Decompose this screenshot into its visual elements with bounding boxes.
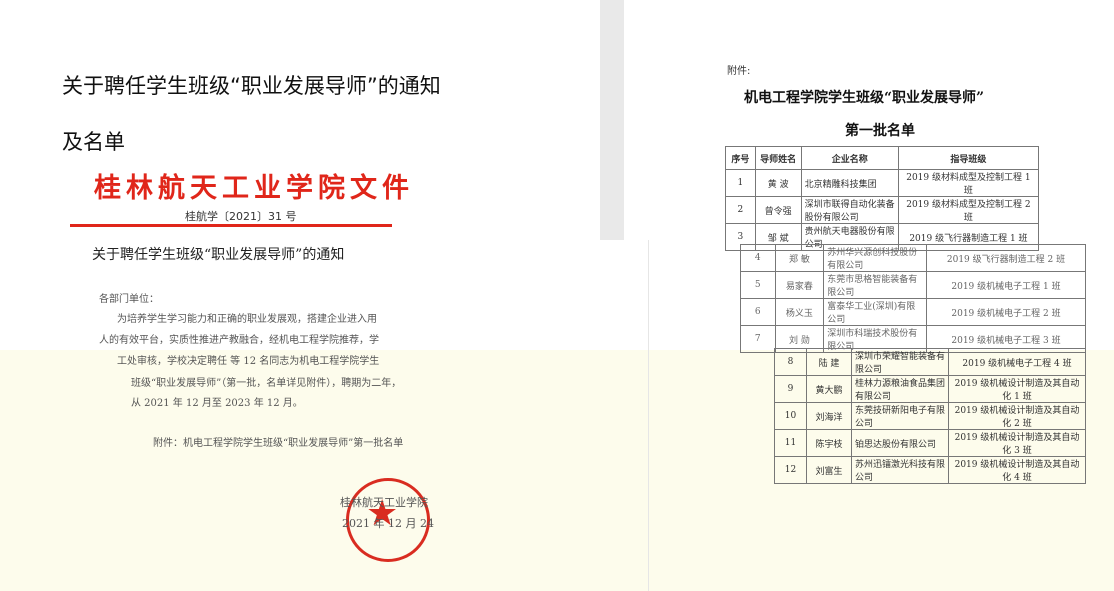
cell-name: 刘富生 (806, 456, 852, 484)
document-divider (648, 240, 649, 591)
notice-body-line-2: 人的有效平台，实质性推进产教融合，经机电工程学院推荐，学 (99, 335, 379, 346)
cell-index: 8 (774, 348, 807, 376)
headline-line-2: 及名单 (62, 130, 125, 154)
list-title: 机电工程学院学生班级“职业发展导师” (744, 90, 985, 106)
cell-company: 苏州华兴源创科技股份有限公司 (823, 244, 927, 272)
table-row: 8 陆 建 深圳市荣耀智能装备有限公司 2019 级机械电子工程 4 班 (774, 348, 1086, 376)
header-company: 企业名称 (800, 146, 899, 170)
mentor-table-bottom: 8 陆 建 深圳市荣耀智能装备有限公司 2019 级机械电子工程 4 班 9 黄… (774, 348, 1086, 484)
document-number: 桂航学〔2021〕31 号 (185, 210, 297, 223)
table-row: 5 易家春 东莞市思格智能装备有限公司 2019 级机械电子工程 1 班 (740, 271, 1087, 299)
document-red-title: 桂林航天工业学院文件 (94, 173, 414, 204)
seal-signature-text: 桂林航天工业学院 (340, 496, 428, 509)
header-index: 序号 (725, 146, 756, 170)
cell-index: 1 (725, 169, 756, 197)
cell-index: 2 (725, 196, 756, 224)
cell-index: 10 (774, 402, 807, 430)
table-row: 6 杨义玉 富泰华工业(深圳)有限公司 2019 级机械电子工程 2 班 (740, 298, 1087, 326)
cell-index: 11 (774, 429, 807, 457)
notice-body-line-3: 工处审核，学校决定聘任 等 12 名同志为机电工程学院学生 (117, 356, 380, 367)
cell-name: 刘海洋 (806, 402, 852, 430)
notice-body-line-1: 为培养学生学习能力和正确的职业发展观，搭建企业进入用 (117, 314, 377, 325)
table-row: 1 黄 波 北京精雕科技集团 2019 级材料成型及控制工程 1 班 (725, 169, 1040, 197)
notice-body-line-5: 从 2021 年 12 月至 2023 年 12 月。 (131, 398, 303, 409)
mentor-table-top: 序号 导师姓名 企业名称 指导班级 1 黄 波 北京精雕科技集团 2019 级材… (725, 146, 1040, 251)
cell-name: 曾令强 (754, 196, 802, 224)
cell-index: 12 (774, 456, 807, 484)
table-row: 9 黄大鹏 桂林力源粮油食品集团有限公司 2019 级机械设计制造及其自动化 1… (774, 375, 1086, 403)
cell-class: 2019 级机械设计制造及其自动化 1 班 (948, 375, 1086, 403)
cell-class: 2019 级机械电子工程 2 班 (925, 298, 1087, 326)
cell-index: 4 (740, 244, 776, 272)
list-subtitle: 第一批名单 (845, 123, 915, 139)
table-header-row: 序号 导师姓名 企业名称 指导班级 (725, 146, 1040, 170)
cell-company: 东莞市思格智能装备有限公司 (823, 271, 927, 299)
cell-company: 北京精雕科技集团 (800, 169, 899, 197)
notice-salutation: 各部门单位： (99, 294, 159, 305)
cell-company: 东莞技研新阳电子有限公司 (851, 402, 949, 430)
cell-name: 杨义玉 (774, 298, 825, 326)
cell-class: 2019 级材料成型及控制工程 1 班 (897, 169, 1040, 197)
cell-name: 易家春 (774, 271, 825, 299)
cell-index: 5 (740, 271, 776, 299)
table-row: 10 刘海洋 东莞技研新阳电子有限公司 2019 级机械设计制造及其自动化 2 … (774, 402, 1086, 430)
notice-title: 关于聘任学生班级“职业发展导师”的通知 (92, 247, 345, 263)
cell-company: 深圳市联得自动化装备股份有限公司 (800, 196, 899, 224)
page-gap (600, 0, 624, 240)
notice-body-line-4: 班级“职业发展导师”（第一批，名单详见附件），聘期为二年， (131, 378, 402, 389)
table-row: 12 刘富生 苏州迅镭激光科技有限公司 2019 级机械设计制造及其自动化 4 … (774, 456, 1086, 484)
cell-class: 2019 级机械设计制造及其自动化 3 班 (948, 429, 1086, 457)
cell-company: 富泰华工业(深圳)有限公司 (823, 298, 927, 326)
cell-class: 2019 级机械电子工程 4 班 (948, 348, 1086, 376)
header-mentor-name: 导师姓名 (754, 146, 802, 170)
cell-name: 黄 波 (754, 169, 802, 197)
attachment-label: 附件: (727, 66, 751, 77)
cell-name: 黄大鹏 (806, 375, 852, 403)
red-divider-line (70, 224, 392, 227)
cell-company: 苏州迅镭激光科技有限公司 (851, 456, 949, 484)
cell-name: 陆 建 (806, 348, 852, 376)
notice-attachment-note: 附件：机电工程学院学生班级“职业发展导师”第一批名单 (153, 438, 404, 449)
cell-class: 2019 级机械设计制造及其自动化 2 班 (948, 402, 1086, 430)
cell-index: 9 (774, 375, 807, 403)
cell-class: 2019 级飞行器制造工程 2 班 (925, 244, 1087, 272)
mentor-table-middle: 4 郑 敏 苏州华兴源创科技股份有限公司 2019 级飞行器制造工程 2 班 5… (740, 244, 1087, 353)
table-row: 2 曾令强 深圳市联得自动化装备股份有限公司 2019 级材料成型及控制工程 2… (725, 196, 1040, 224)
seal-date: 2021 年 12 月 24 (342, 517, 434, 530)
cell-company: 铂思达股份有限公司 (851, 429, 949, 457)
cell-index: 7 (740, 325, 776, 353)
cell-company: 深圳市荣耀智能装备有限公司 (851, 348, 949, 376)
table-row: 4 郑 敏 苏州华兴源创科技股份有限公司 2019 级飞行器制造工程 2 班 (740, 244, 1087, 272)
cell-company: 桂林力源粮油食品集团有限公司 (851, 375, 949, 403)
cell-name: 陈宇枝 (806, 429, 852, 457)
article-headline: 关于聘任学生班级“职业发展导师”的通知 及名单 (62, 58, 582, 170)
header-class: 指导班级 (897, 146, 1040, 170)
cell-class: 2019 级材料成型及控制工程 2 班 (897, 196, 1040, 224)
table-row: 11 陈宇枝 铂思达股份有限公司 2019 级机械设计制造及其自动化 3 班 (774, 429, 1086, 457)
headline-line-1: 关于聘任学生班级“职业发展导师”的通知 (62, 74, 441, 98)
cell-index: 6 (740, 298, 776, 326)
cell-class: 2019 级机械设计制造及其自动化 4 班 (948, 456, 1086, 484)
cell-name: 郑 敏 (774, 244, 825, 272)
cell-class: 2019 级机械电子工程 1 班 (925, 271, 1087, 299)
